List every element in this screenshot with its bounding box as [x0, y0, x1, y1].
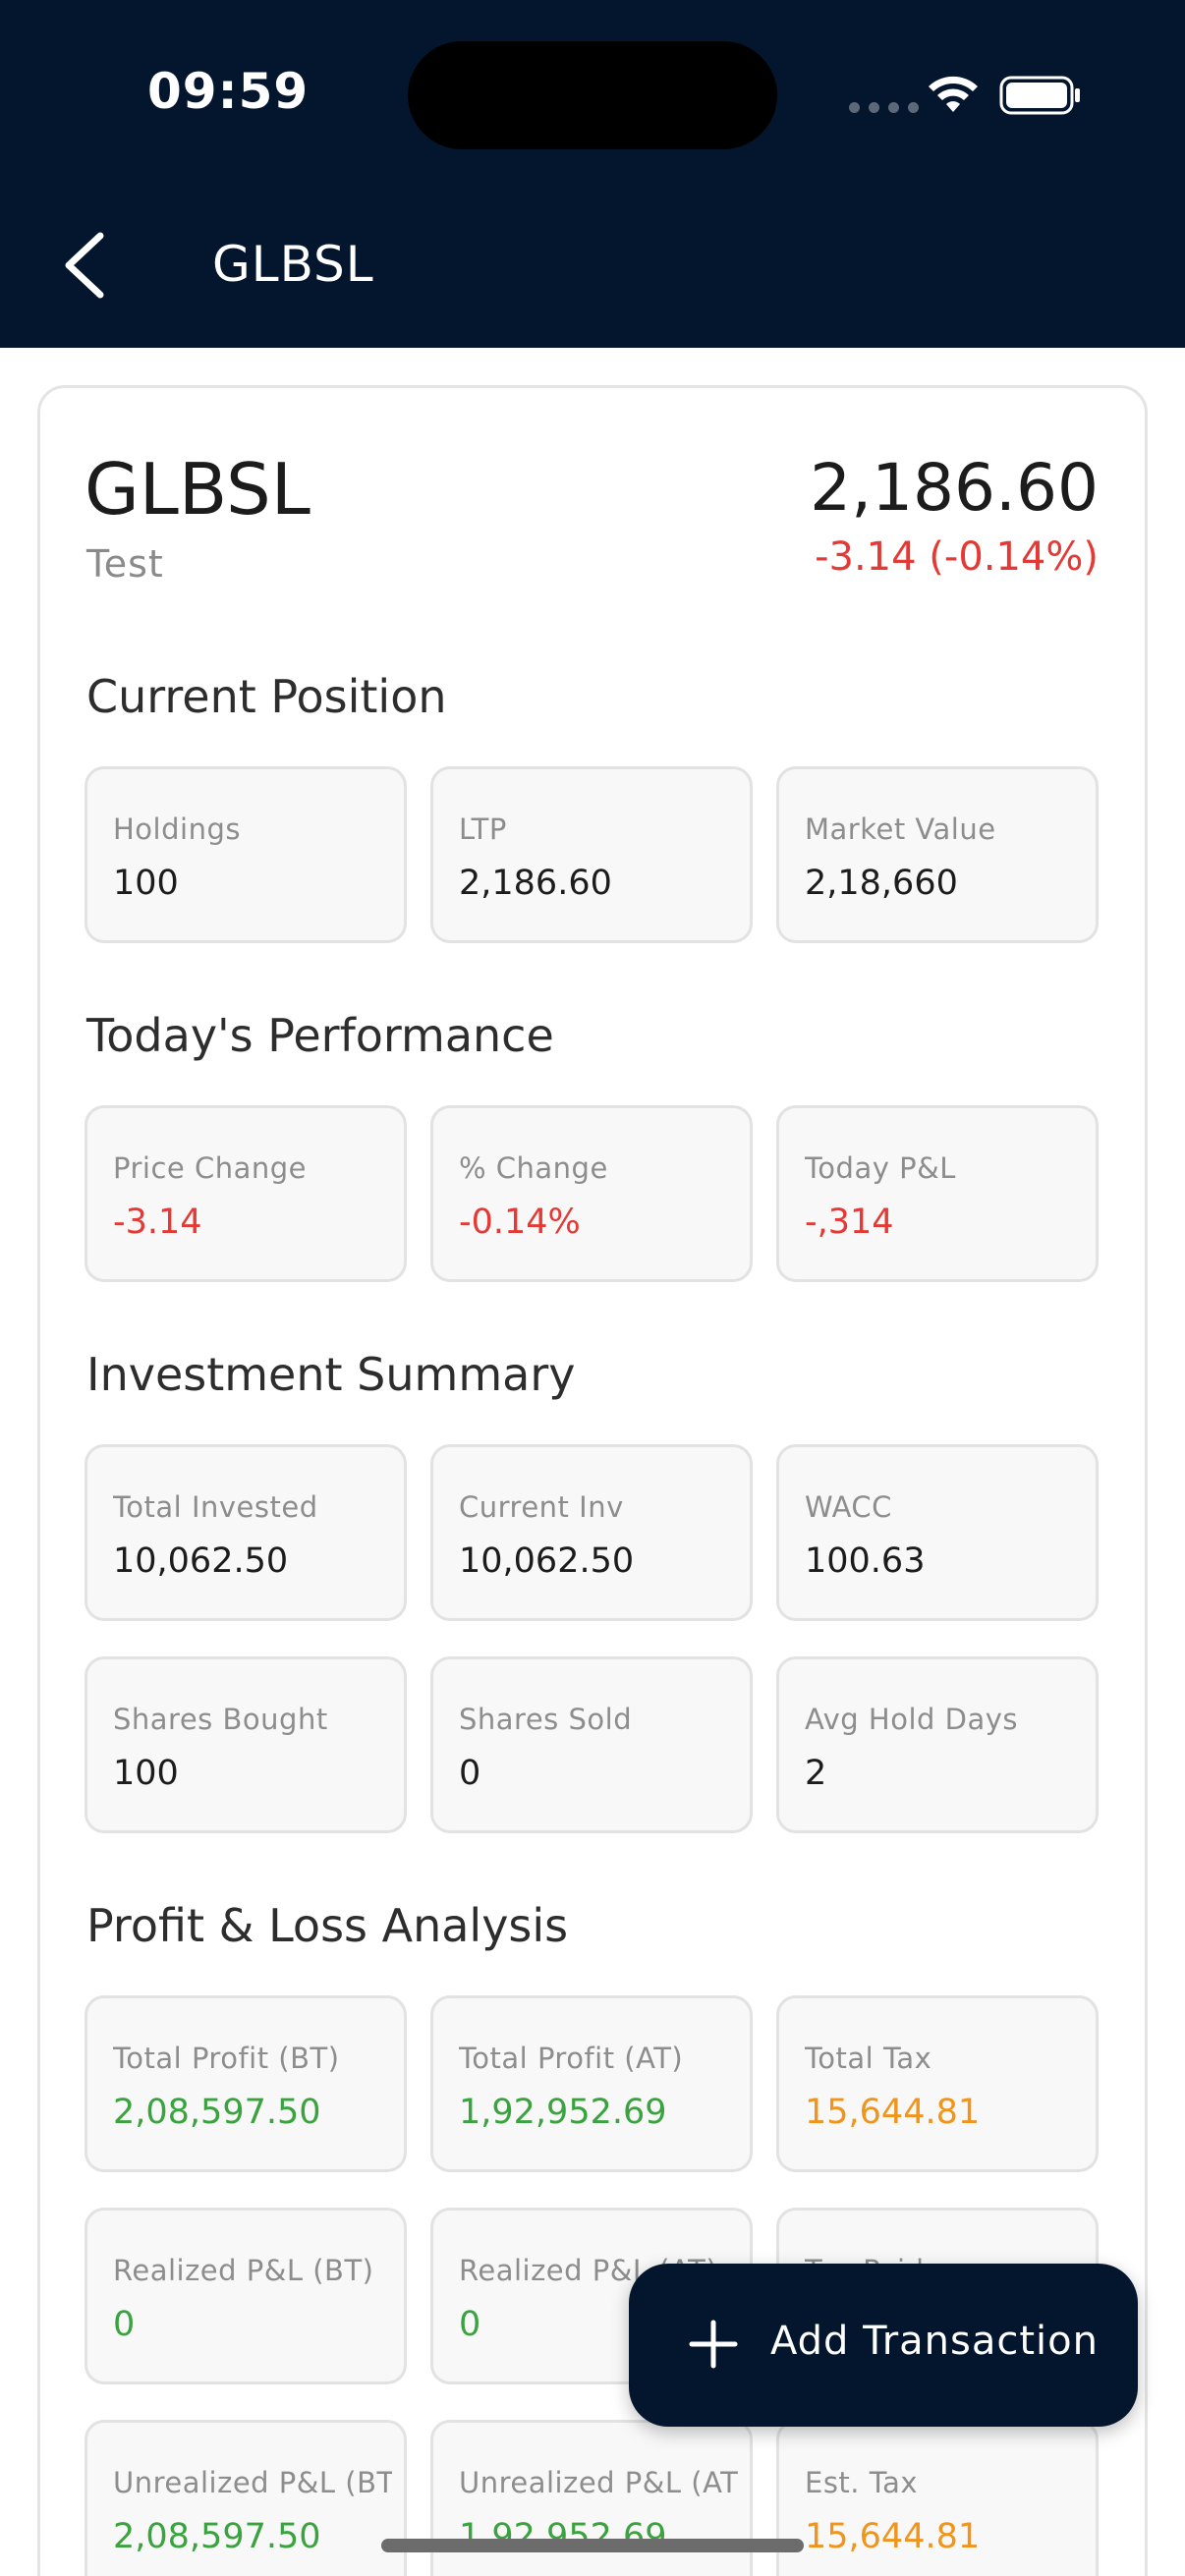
metric-value: 2,18,660 [805, 864, 958, 903]
metric-label: Avg Hold Days [805, 1703, 1019, 1736]
metric-total-tax: Total Tax 15,644.81 [776, 1995, 1099, 2172]
metric-label: Shares Sold [459, 1703, 633, 1736]
metric-unrealized-pl-at: Unrealized P&L (AT) 1,92,952.69 [430, 2420, 753, 2576]
metric-avg-hold-days: Avg Hold Days 2 [776, 1656, 1099, 1833]
cellular-signal-icon [849, 102, 919, 113]
metric-shares-bought: Shares Bought 100 [85, 1656, 407, 1833]
metric-label: Shares Bought [113, 1703, 328, 1736]
stock-price: 2,186.60 [810, 450, 1099, 526]
metric-wacc: WACC 100.63 [776, 1444, 1099, 1621]
metric-value: 2,186.60 [459, 864, 612, 903]
metric-label: LTP [459, 812, 507, 846]
page-title: GLBSL [212, 236, 374, 293]
metric-total-profit-bt: Total Profit (BT) 2,08,597.50 [85, 1995, 407, 2172]
stock-name: Test [86, 542, 164, 586]
metric-label: Est. Tax [805, 2466, 919, 2499]
metric-value: 0 [459, 1754, 481, 1793]
metric-value: 2,08,597.50 [113, 2093, 321, 2132]
metric-label: Unrealized P&L (AT) [459, 2466, 738, 2499]
metric-value: 1,92,952.69 [459, 2093, 667, 2132]
add-transaction-button[interactable]: Add Transaction [629, 2264, 1138, 2427]
section-title-investment-summary: Investment Summary [86, 1348, 576, 1401]
metric-today-pl: Today P&L -,314 [776, 1105, 1099, 1282]
section-title-todays-performance: Today's Performance [86, 1009, 554, 1062]
metric-label: Total Tax [805, 2042, 932, 2075]
metric-label: Unrealized P&L (BT) [113, 2466, 392, 2499]
stock-symbol: GLBSL [85, 448, 310, 531]
metric-shares-sold: Shares Sold 0 [430, 1656, 753, 1833]
metric-value: 0 [459, 2305, 481, 2344]
metric-label: Price Change [113, 1151, 307, 1185]
back-arrow-icon[interactable] [57, 228, 116, 303]
metric-total-profit-at: Total Profit (AT) 1,92,952.69 [430, 1995, 753, 2172]
metric-total-invested: Total Invested 10,062.50 [85, 1444, 407, 1621]
metric-label: Current Inv [459, 1490, 624, 1524]
metric-holdings: Holdings 100 [85, 766, 407, 943]
add-transaction-label: Add Transaction [770, 2319, 1099, 2364]
metric-label: Realized P&L (BT) [113, 2254, 374, 2287]
status-time: 09:59 [147, 63, 310, 120]
section-title-pl-analysis: Profit & Loss Analysis [86, 1899, 569, 1952]
metric-value: 15,644.81 [805, 2517, 981, 2556]
metric-label: Total Invested [113, 1490, 318, 1524]
metric-value: -,314 [805, 1203, 894, 1242]
metric-value: -0.14% [459, 1203, 581, 1242]
metric-value: 2,08,597.50 [113, 2517, 321, 2556]
metric-ltp: LTP 2,186.60 [430, 766, 753, 943]
home-indicator [381, 2539, 804, 2552]
metric-value: 2 [805, 1754, 827, 1793]
metric-label: Market Value [805, 812, 996, 846]
metric-value: 0 [113, 2305, 136, 2344]
metric-value: 100.63 [805, 1541, 926, 1581]
metric-value: 15,644.81 [805, 2093, 981, 2132]
metric-percent-change: % Change -0.14% [430, 1105, 753, 1282]
battery-icon [999, 76, 1080, 115]
wifi-icon [929, 76, 978, 112]
plus-icon [689, 2320, 738, 2369]
app-header: 09:59 GLBSL [0, 0, 1185, 348]
metric-value: 100 [113, 864, 179, 903]
metric-value: 10,062.50 [459, 1541, 635, 1581]
metric-value: 100 [113, 1754, 179, 1793]
metric-label: Total Profit (AT) [459, 2042, 684, 2075]
metric-label: Holdings [113, 812, 241, 846]
metric-value: -3.14 [113, 1203, 202, 1242]
metric-market-value: Market Value 2,18,660 [776, 766, 1099, 943]
metric-est-tax: Est. Tax 15,644.81 [776, 2420, 1099, 2576]
section-title-current-position: Current Position [86, 670, 447, 723]
metric-label: Today P&L [805, 1151, 956, 1185]
metric-current-inv: Current Inv 10,062.50 [430, 1444, 753, 1621]
stock-change: -3.14 (-0.14%) [815, 534, 1099, 580]
metric-label: WACC [805, 1490, 892, 1524]
metric-realized-pl-bt: Realized P&L (BT) 0 [85, 2208, 407, 2384]
metric-price-change: Price Change -3.14 [85, 1105, 407, 1282]
metric-label: Total Profit (BT) [113, 2042, 340, 2075]
metric-label: % Change [459, 1151, 608, 1185]
metric-value: 10,062.50 [113, 1541, 289, 1581]
dynamic-island [408, 41, 777, 149]
metric-unrealized-pl-bt: Unrealized P&L (BT) 2,08,597.50 [85, 2420, 407, 2576]
